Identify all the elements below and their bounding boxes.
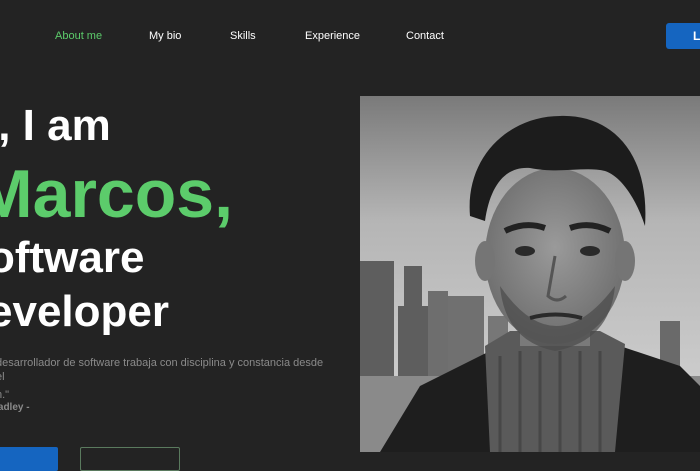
nav-skills[interactable]: Skills xyxy=(230,29,256,43)
hero-role-line1: oftware xyxy=(0,233,145,282)
portrait-photo xyxy=(360,96,700,452)
nav-my-bio[interactable]: My bio xyxy=(149,29,181,43)
hero-quote-line1: desarrollador de software trabaja con di… xyxy=(0,357,324,383)
nav-contact[interactable]: Contact xyxy=(406,29,444,43)
hero-greeting: i, I am xyxy=(0,101,111,150)
hero-quote: desarrollador de software trabaja con di… xyxy=(0,356,326,402)
primary-action-button[interactable] xyxy=(0,447,58,471)
quote-author: radley - xyxy=(0,402,30,413)
nav-experience[interactable]: Experience xyxy=(305,29,360,43)
top-navigation: About me My bio Skills Experience Contac… xyxy=(0,0,700,72)
secondary-action-button[interactable] xyxy=(80,447,180,471)
nav-about-me[interactable]: About me xyxy=(55,29,102,43)
nav-cta-button[interactable]: L xyxy=(666,23,700,49)
hero-quote-line2: n." xyxy=(0,389,10,401)
hero-role-line2: eveloper xyxy=(0,287,169,336)
hero-name: Marcos, xyxy=(0,156,233,232)
